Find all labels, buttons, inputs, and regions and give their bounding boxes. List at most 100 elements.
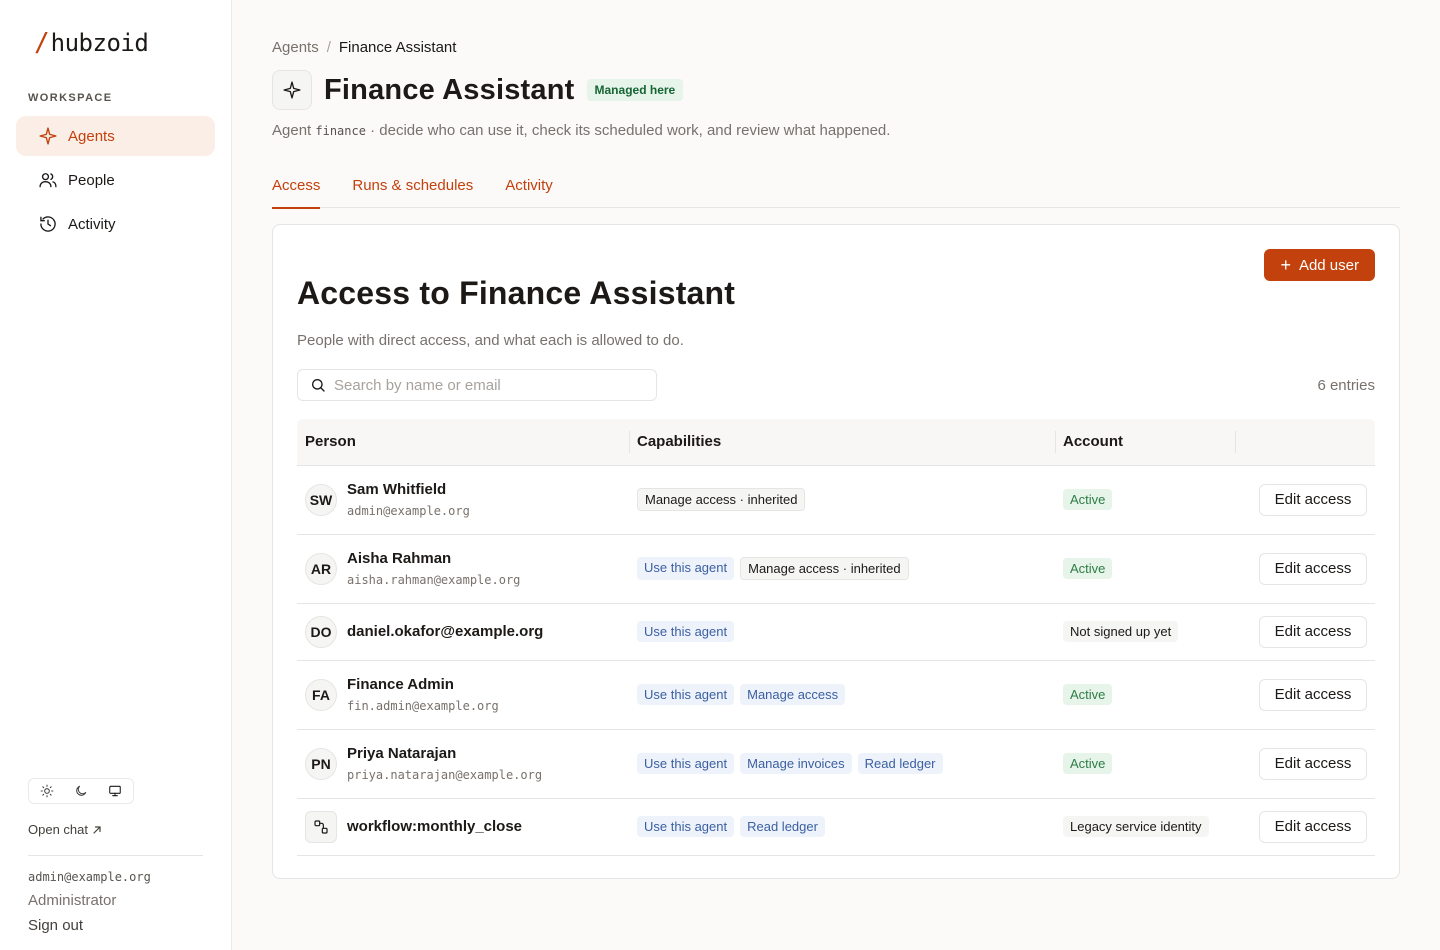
search-row: 6 entries (297, 369, 1375, 401)
sidebar-item-agents[interactable]: Agents (16, 116, 215, 156)
open-chat-label: Open chat (28, 822, 88, 837)
search-icon (312, 379, 325, 392)
person-cell: PN Priya Natarajan priya.natarajan@examp… (305, 745, 629, 782)
account-status-badge: Active (1063, 558, 1113, 579)
breadcrumb: Agents / Finance Assistant (272, 38, 1400, 56)
person-email: fin.admin@example.org (347, 699, 499, 713)
add-user-label: Add user (1298, 256, 1359, 274)
theme-dark-button[interactable] (65, 781, 97, 801)
capabilities-cell: Manage access · inherited (637, 488, 1055, 511)
account-status-badge: Legacy service identity (1063, 816, 1209, 837)
capabilities-cell: Use this agent Manage access (637, 684, 1055, 705)
card-subtitle: People with direct access, and what each… (297, 332, 684, 349)
person-name: Finance Admin (347, 676, 454, 693)
current-user-email: admin@example.org (28, 870, 151, 884)
open-chat-link[interactable]: Open chat (28, 822, 203, 837)
tab-activity[interactable]: Activity (505, 177, 553, 208)
column-header-capabilities: Capabilities (629, 419, 1055, 466)
capability-tag: Manage invoices (740, 753, 852, 774)
sidebar-item-label: People (68, 171, 115, 189)
capability-tag: Read ledger (857, 753, 943, 774)
tab-runs-schedules[interactable]: Runs & schedules (352, 177, 473, 208)
column-label: Capabilities (637, 433, 722, 451)
page-header: Finance Assistant Managed here (272, 70, 1400, 110)
breadcrumb-current: Finance Assistant (338, 38, 457, 56)
brand-logo[interactable]: / hubzoid (16, 28, 215, 64)
person-name: Sam Whitfield (347, 481, 447, 498)
avatar: PN (305, 747, 337, 780)
edit-access-button[interactable]: Edit access (1259, 747, 1367, 780)
tab-bar: Access Runs & schedules Activity (272, 177, 1400, 209)
current-user-role: Administrator (28, 892, 117, 909)
column-separator (1235, 431, 1236, 453)
person-cell: FA Finance Admin fin.admin@example.org (305, 676, 629, 713)
plus-icon: + (1280, 255, 1291, 275)
managed-badge: Managed here (586, 79, 684, 101)
person-cell: SW Sam Whitfield admin@example.org (305, 481, 629, 518)
external-arrow-icon (93, 825, 101, 834)
edit-access-button[interactable]: Edit access (1259, 678, 1367, 711)
capability-tag: Use this agent (637, 753, 735, 774)
account-status-badge: Not signed up yet (1063, 621, 1179, 642)
page-title: Finance Assistant (324, 73, 575, 106)
table-row: FA Finance Admin fin.admin@example.org U… (297, 660, 1375, 730)
page-subtitle: Agent finance · decide who can use it, c… (272, 122, 1400, 139)
capability-tag: Read ledger (740, 816, 825, 837)
sidebar-nav: Agents People Activity (16, 116, 215, 244)
avatar: DO (305, 615, 337, 648)
person-name: daniel.okafor@example.org (347, 623, 544, 640)
edit-access-button[interactable]: Edit access (1259, 552, 1367, 585)
breadcrumb-agents-link[interactable]: Agents (272, 39, 319, 56)
subtitle-prefix: Agent (272, 122, 312, 139)
entries-count: 6 entries (1317, 376, 1375, 394)
sidebar-section-label: WORKSPACE (28, 92, 113, 104)
edit-access-button[interactable]: Edit access (1259, 483, 1367, 516)
column-separator (1055, 431, 1056, 453)
person-cell: AR Aisha Rahman aisha.rahman@example.org (305, 550, 629, 587)
theme-light-button[interactable] (31, 781, 63, 801)
sign-out-link[interactable]: Sign out (28, 917, 203, 934)
add-user-button[interactable]: + Add user (1264, 249, 1375, 281)
sparkle-icon (39, 127, 57, 145)
column-header-account: Account (1055, 419, 1235, 466)
access-card: + Add user Access to Finance Assistant P… (272, 224, 1400, 879)
access-table: Person Capabilities Account SW Sam Whitf… (297, 419, 1375, 856)
tab-access[interactable]: Access (272, 177, 321, 209)
sparkle-icon (283, 81, 301, 99)
sun-icon (40, 784, 54, 798)
search-box (297, 369, 657, 401)
history-icon (40, 216, 56, 232)
sidebar-item-label: Activity (68, 215, 116, 233)
account-status-badge: Active (1063, 753, 1113, 774)
monitor-icon (109, 785, 121, 797)
person-name: workflow:monthly_close (347, 818, 523, 835)
column-header-actions (1235, 419, 1375, 466)
table-row: DO daniel.okafor@example.org Use this ag… (297, 603, 1375, 661)
person-cell: DO daniel.okafor@example.org (305, 615, 629, 648)
capabilities-cell: Use this agent Read ledger (637, 816, 1055, 837)
column-header-person: Person (297, 419, 629, 466)
capability-tag: Manage access · inherited (740, 557, 909, 580)
sidebar: / hubzoid WORKSPACE Agents People Activi… (0, 0, 232, 950)
avatar: FA (305, 678, 337, 711)
service-avatar (305, 810, 337, 843)
moon-icon (76, 785, 87, 796)
avatar: SW (305, 483, 337, 516)
capability-tag: Manage access · inherited (637, 488, 806, 511)
sidebar-item-activity[interactable]: Activity (16, 204, 215, 244)
sidebar-divider (28, 855, 203, 856)
logo-wordmark: hubzoid (50, 29, 149, 57)
account-status-badge: Active (1063, 489, 1113, 510)
theme-switcher (28, 778, 134, 804)
edit-access-button[interactable]: Edit access (1259, 810, 1367, 843)
account-status-badge: Active (1063, 684, 1113, 705)
table-row: workflow:monthly_close Use this agent Re… (297, 798, 1375, 856)
theme-system-button[interactable] (99, 781, 131, 801)
search-input[interactable] (334, 376, 634, 394)
agent-avatar (272, 70, 312, 110)
person-name: Priya Natarajan (347, 745, 457, 762)
sidebar-item-people[interactable]: People (16, 160, 215, 200)
avatar: AR (305, 552, 337, 585)
edit-access-button[interactable]: Edit access (1259, 615, 1367, 648)
table-row: SW Sam Whitfield admin@example.org Manag… (297, 465, 1375, 535)
